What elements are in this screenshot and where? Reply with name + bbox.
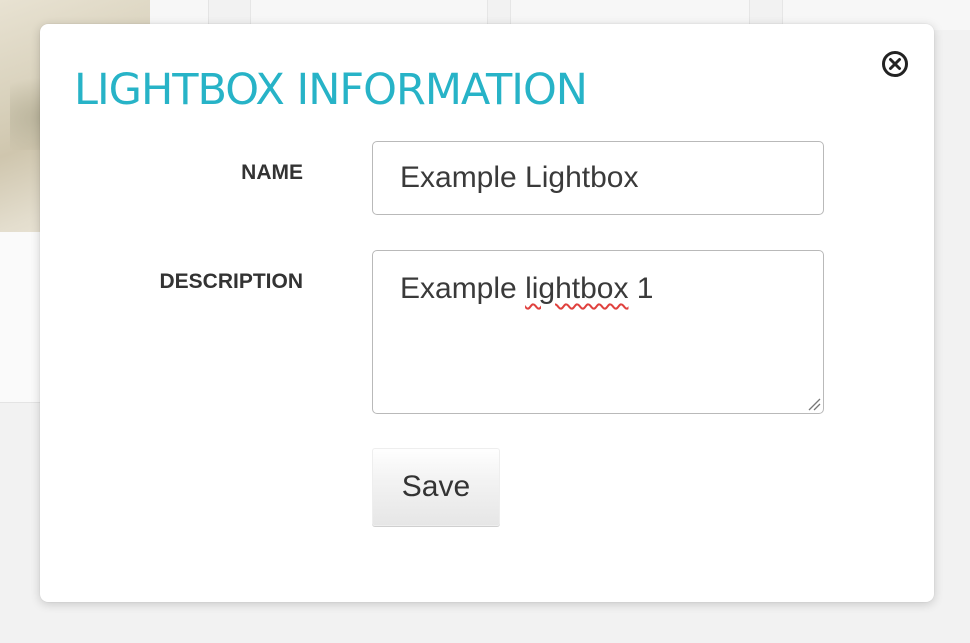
save-button[interactable]: Save: [372, 448, 500, 526]
close-button[interactable]: [881, 50, 909, 78]
close-circle-icon: [882, 51, 908, 77]
lightbox-info-modal: LIGHTBOX INFORMATION NAME DESCRIPTION Ex…: [40, 24, 934, 602]
name-input[interactable]: [372, 141, 824, 215]
resize-handle-icon[interactable]: [805, 395, 821, 411]
description-text-end: 1: [628, 272, 654, 305]
name-label: NAME: [241, 161, 303, 184]
description-textarea[interactable]: Example lightbox 1: [372, 250, 824, 414]
description-label: DESCRIPTION: [159, 270, 303, 293]
modal-title: LIGHTBOX INFORMATION: [74, 65, 588, 115]
spellcheck-underlined-word: lightbox: [525, 272, 629, 305]
description-text-start: Example: [400, 272, 526, 305]
